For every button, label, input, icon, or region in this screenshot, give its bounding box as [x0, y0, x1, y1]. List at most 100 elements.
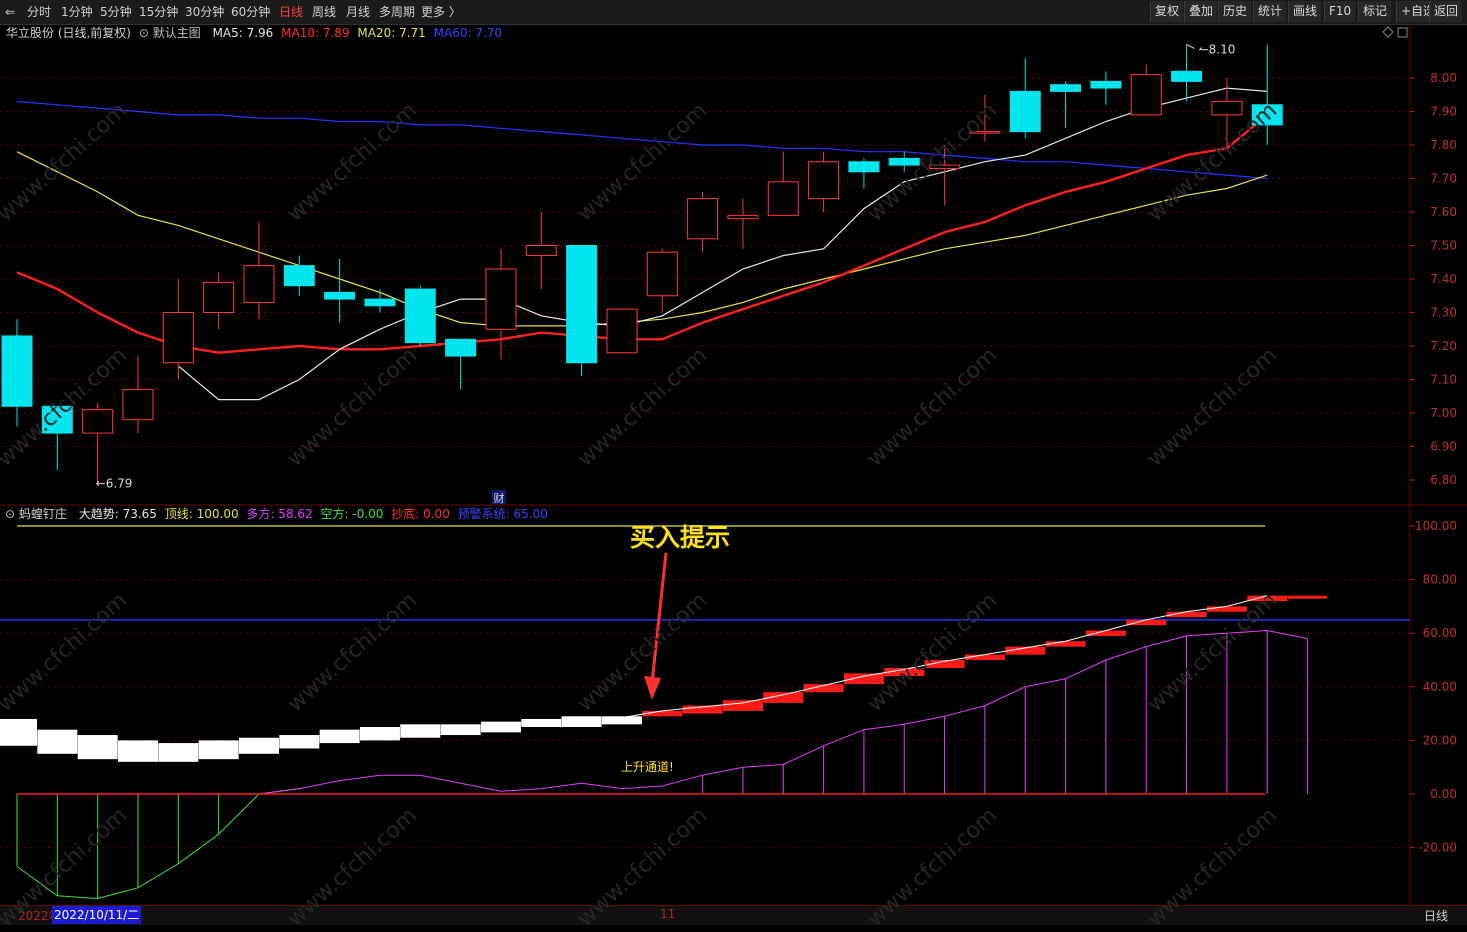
period-tab-7[interactable]: 周线 [312, 0, 336, 24]
trend-bar [843, 673, 884, 685]
toolbar-button-4[interactable]: 画线 [1288, 1, 1322, 22]
trend-bar [158, 743, 199, 762]
candle-body [203, 281, 235, 314]
month-marker: 11 [660, 907, 676, 921]
candle [1, 319, 33, 427]
cursor-date: 2022/10/11/二 [52, 906, 142, 924]
period-tab-2[interactable]: 5分钟 [100, 0, 132, 24]
window-icon [1397, 27, 1408, 38]
candle [485, 248, 517, 360]
candle [525, 212, 557, 290]
period-tab-3[interactable]: 15分钟 [139, 0, 178, 24]
candle [727, 198, 759, 249]
candle [969, 94, 1001, 142]
toolbar-button-5[interactable]: F10 [1324, 1, 1356, 22]
trend-bar [1287, 595, 1328, 599]
price-tick-label: 7.80 [1430, 138, 1457, 152]
candle [606, 308, 638, 354]
trend-bar [238, 737, 279, 754]
trend-bar [1206, 606, 1247, 612]
candle [1050, 81, 1082, 129]
candle [1171, 44, 1203, 102]
price-tick-label: 7.70 [1430, 172, 1457, 186]
trend-bar [521, 718, 562, 727]
candle [162, 279, 194, 380]
price-tick-label: 7.60 [1430, 205, 1457, 219]
price-tick-label: 8.00 [1430, 71, 1457, 85]
candle-body [888, 157, 920, 166]
osc-tick-label: 0.00 [1430, 787, 1457, 801]
candle-body [848, 161, 880, 173]
candle [41, 405, 73, 470]
osc-tick-label: 40.00 [1423, 680, 1457, 694]
ma5-line [177, 87, 1268, 401]
bear-line [16, 788, 300, 900]
candle [646, 248, 678, 313]
back-arrow-icon[interactable]: ⇐ [5, 0, 15, 24]
price-tick-label: 7.30 [1430, 306, 1457, 320]
toolbar-button-6[interactable]: 标记 [1358, 1, 1392, 22]
candle-body [606, 308, 638, 354]
candle [888, 151, 920, 172]
date-axis-bar: 2022年 2022/10/11/二 11 日线 [0, 905, 1467, 925]
osc-tick-label: 20.00 [1423, 733, 1457, 747]
high-marker [1186, 44, 1195, 49]
toolbar-button-3[interactable]: 统计 [1253, 1, 1287, 22]
candle [1090, 71, 1122, 105]
toolbar-button-1[interactable]: 叠加 [1184, 1, 1218, 22]
candle-body [1211, 100, 1243, 116]
candle [364, 289, 396, 313]
toolbar-button-8[interactable]: 返回 [1429, 1, 1463, 22]
candle [808, 151, 840, 212]
candle [848, 158, 880, 189]
candle-body [1009, 90, 1041, 133]
candle-body [727, 214, 759, 220]
candle-body [364, 298, 396, 307]
trend-bar [0, 718, 37, 746]
candle-body [404, 288, 436, 344]
candle-body [82, 409, 114, 434]
candle-body [646, 251, 678, 297]
low-label: ←6.79 [96, 476, 133, 490]
period-label: 日线 [1424, 909, 1449, 923]
period-tab-0[interactable]: 分时 [27, 0, 51, 24]
candle-body [1050, 84, 1082, 92]
trend-bar [279, 735, 320, 749]
period-tab-8[interactable]: 月线 [346, 0, 370, 24]
candle-body [445, 338, 477, 357]
candle-body [122, 389, 154, 421]
period-tab-5[interactable]: 60分钟 [231, 0, 270, 24]
trend-bar [198, 740, 239, 760]
finance-badge-label: 财 [494, 491, 505, 505]
candle-body [41, 405, 73, 434]
candle [1251, 44, 1283, 145]
candle-body [1090, 80, 1122, 89]
period-toolbar: 分时 1分钟 5分钟 15分钟 30分钟 60分钟 日线 周线 月线 多周期 更多 〉 ⇐ 复权 叠加 历史… [0, 0, 1467, 25]
candle-body [1130, 74, 1162, 116]
price-tick-label: 7.00 [1430, 406, 1457, 420]
trend-bar [400, 724, 441, 738]
price-tick-label: 6.90 [1430, 440, 1457, 454]
candle-body [283, 265, 315, 287]
period-tab-1[interactable]: 1分钟 [61, 0, 93, 24]
chart-area[interactable]: 6.80 6.90 7.00 7.10 7.20 7.30 7.40 7.50 7.60 7.70… [0, 24, 1467, 905]
buy-hint-label: 买入提示 [630, 523, 730, 552]
candle-body [1171, 70, 1203, 82]
trend-bar [440, 724, 481, 736]
period-tab-6[interactable]: 日线 [279, 0, 303, 24]
toolbar-button-2[interactable]: 历史 [1218, 1, 1252, 22]
candle-body [969, 131, 1001, 134]
candle [445, 338, 477, 390]
period-tab-10[interactable]: 更多 〉 [421, 0, 461, 24]
candle-body [687, 198, 719, 240]
price-tick-label: 7.40 [1430, 272, 1457, 286]
toolbar-button-0[interactable]: 复权 [1150, 1, 1184, 22]
trend-bar [117, 740, 158, 762]
candle [1130, 64, 1162, 116]
period-tab-4[interactable]: 30分钟 [185, 0, 224, 24]
candle-body [808, 161, 840, 200]
price-tick-label: 6.80 [1430, 473, 1457, 487]
channel-label: 上升通道! [621, 760, 674, 774]
period-tab-9[interactable]: 多周期 [379, 0, 415, 24]
trend-bar [37, 729, 78, 754]
